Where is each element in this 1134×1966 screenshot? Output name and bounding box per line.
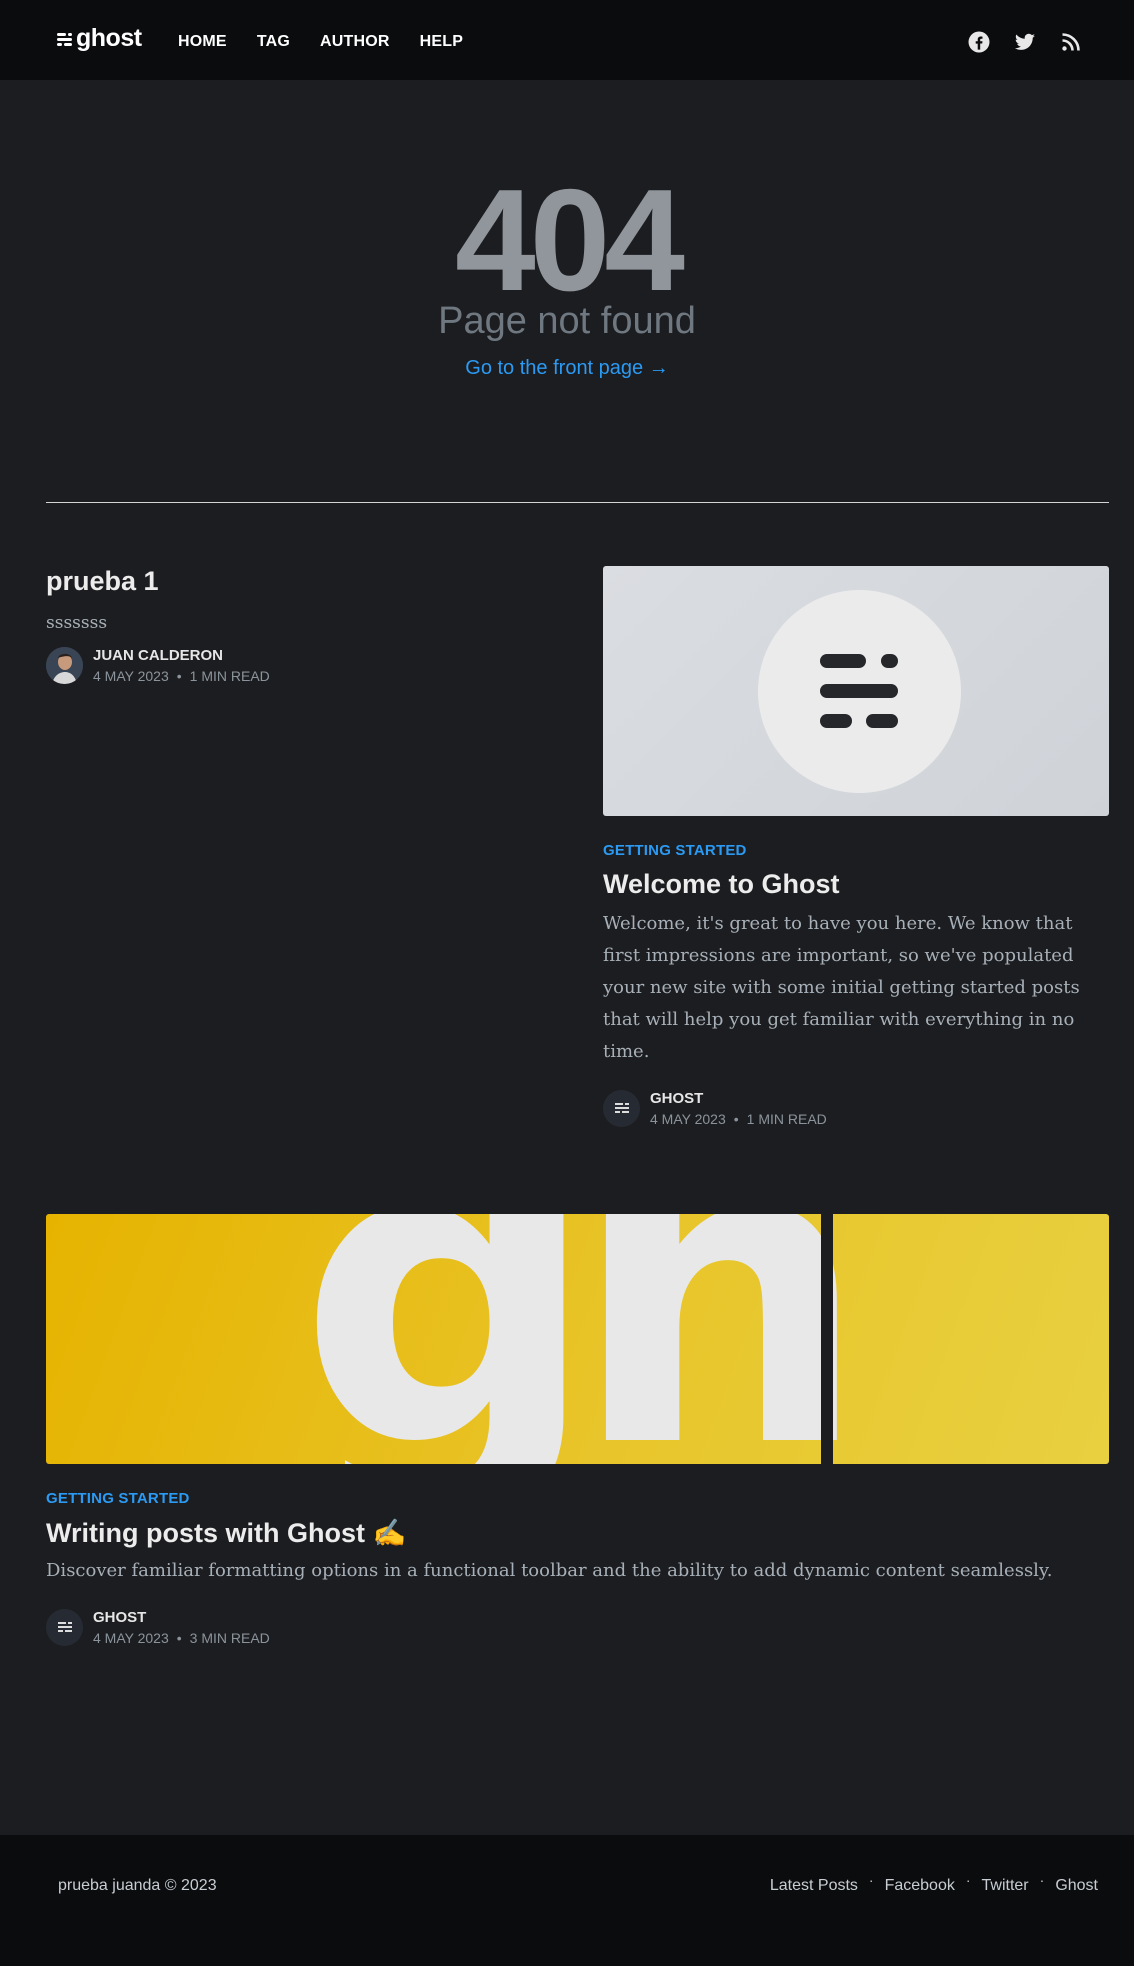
author-name[interactable]: JUAN CALDERON bbox=[93, 647, 270, 664]
footer-link-latest-posts[interactable]: Latest Posts bbox=[770, 1877, 858, 1895]
post-title[interactable]: Writing posts with Ghost ✍️ bbox=[46, 1517, 1109, 1549]
footer-separator: · bbox=[868, 1872, 874, 1888]
post-excerpt: Discover familiar formatting options in … bbox=[46, 1560, 1053, 1581]
image-divider-bar bbox=[821, 1214, 833, 1464]
meta-dot: • bbox=[176, 1630, 182, 1646]
ghost-logo-icon bbox=[758, 590, 961, 793]
facebook-icon[interactable] bbox=[967, 30, 991, 54]
post-feature-image[interactable] bbox=[603, 566, 1109, 816]
post-date: 4 MAY 2023 bbox=[650, 1111, 726, 1127]
post-date: 4 MAY 2023 bbox=[93, 1630, 169, 1646]
post-title[interactable]: prueba 1 bbox=[46, 566, 551, 597]
post-card[interactable]: prueba 1 sssssss JUAN CALDERON 4 MAY 202… bbox=[46, 566, 551, 684]
footer-link-twitter[interactable]: Twitter bbox=[982, 1877, 1029, 1895]
ghost-logo-icon bbox=[58, 1622, 72, 1633]
post-author-row: JUAN CALDERON 4 MAY 2023 • 1 MIN READ bbox=[46, 647, 551, 684]
author-name[interactable]: GHOST bbox=[93, 1609, 270, 1626]
nav-help[interactable]: HELP bbox=[420, 33, 463, 51]
post-date: 4 MAY 2023 bbox=[93, 668, 169, 684]
nav-home[interactable]: HOME bbox=[178, 33, 227, 51]
footer-nav: Latest Posts · Facebook · Twitter · Ghos… bbox=[770, 1872, 1098, 1895]
post-excerpt: Welcome, it's great to have you here. We… bbox=[603, 913, 1080, 1062]
read-time: 1 MIN READ bbox=[189, 668, 270, 684]
footer-link-ghost[interactable]: Ghost bbox=[1055, 1877, 1098, 1895]
author-avatar[interactable] bbox=[603, 1090, 640, 1127]
footer-copyright: prueba juanda © 2023 bbox=[58, 1877, 217, 1894]
post-card[interactable]: GETTING STARTED Welcome to Ghost Welcome… bbox=[603, 566, 1109, 1127]
ghost-logo-icon bbox=[615, 1103, 629, 1114]
site-logo-text: ghost bbox=[76, 24, 142, 52]
post-excerpt: sssssss bbox=[46, 613, 108, 633]
read-time: 1 MIN READ bbox=[746, 1111, 827, 1127]
error-code: 404 bbox=[455, 159, 685, 321]
error-description: Page not found bbox=[438, 300, 696, 342]
author-avatar[interactable] bbox=[46, 647, 83, 684]
post-author-row: GHOST 4 MAY 2023 • 3 MIN READ bbox=[46, 1609, 1109, 1646]
read-time: 3 MIN READ bbox=[189, 1630, 270, 1646]
meta-dot: • bbox=[733, 1111, 739, 1127]
post-feature-image[interactable]: gh bbox=[46, 1214, 1109, 1464]
post-meta: 4 MAY 2023 • 1 MIN READ bbox=[93, 668, 270, 684]
main-nav: HOME TAG AUTHOR HELP bbox=[178, 33, 463, 51]
post-meta: 4 MAY 2023 • 3 MIN READ bbox=[93, 1630, 270, 1646]
author-name[interactable]: GHOST bbox=[650, 1090, 827, 1107]
rss-icon[interactable] bbox=[1059, 30, 1083, 54]
social-links bbox=[967, 30, 1083, 54]
post-author-row: GHOST 4 MAY 2023 • 1 MIN READ bbox=[603, 1090, 1109, 1127]
footer-link-facebook[interactable]: Facebook bbox=[885, 1877, 955, 1895]
site-header: ghost HOME TAG AUTHOR HELP bbox=[0, 0, 1134, 80]
twitter-icon[interactable] bbox=[1013, 30, 1037, 54]
nav-author[interactable]: AUTHOR bbox=[320, 33, 390, 51]
post-tag[interactable]: GETTING STARTED bbox=[603, 842, 1109, 859]
post-title[interactable]: Welcome to Ghost bbox=[603, 869, 1109, 900]
meta-dot: • bbox=[176, 668, 182, 684]
section-divider bbox=[46, 502, 1109, 503]
ghost-logo-icon bbox=[57, 32, 72, 47]
footer-separator: · bbox=[1039, 1872, 1045, 1888]
author-avatar[interactable] bbox=[46, 1609, 83, 1646]
front-page-link[interactable]: Go to the front page → bbox=[0, 357, 1134, 380]
image-gh-text: gh bbox=[298, 1214, 870, 1464]
post-card[interactable]: gh GETTING STARTED Writing posts with Gh… bbox=[46, 1214, 1109, 1646]
post-tag[interactable]: GETTING STARTED bbox=[46, 1490, 1109, 1507]
nav-tag[interactable]: TAG bbox=[257, 33, 290, 51]
site-logo[interactable]: ghost bbox=[57, 24, 142, 53]
footer-separator: · bbox=[965, 1872, 971, 1888]
site-footer: prueba juanda © 2023 Latest Posts · Face… bbox=[0, 1835, 1134, 1966]
post-meta: 4 MAY 2023 • 1 MIN READ bbox=[650, 1111, 827, 1127]
